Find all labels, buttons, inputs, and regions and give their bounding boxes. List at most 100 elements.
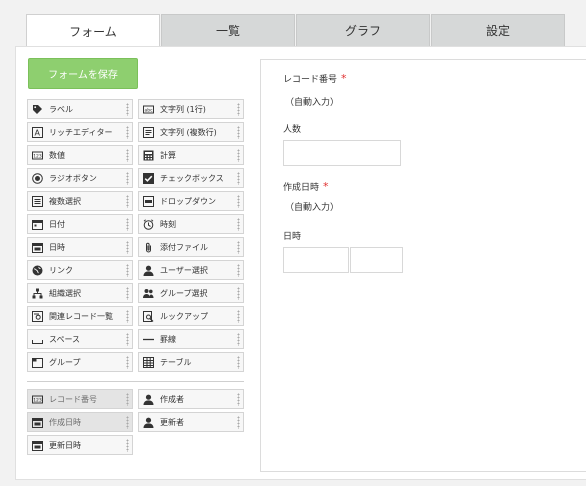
number-icon: 123 xyxy=(32,150,43,161)
drag-handle-icon[interactable] xyxy=(126,126,129,139)
field-label: ラジオボタン xyxy=(49,173,97,183)
field-label: リッチエディター xyxy=(49,127,113,137)
drag-handle-icon[interactable] xyxy=(126,393,129,406)
field-label: チェックボックス xyxy=(160,173,224,183)
created-datetime-label: 作成日時 * xyxy=(283,180,329,193)
drag-handle-icon[interactable] xyxy=(126,103,129,116)
user-icon xyxy=(143,265,154,276)
palette-field-13[interactable]: 添付ファイル xyxy=(138,237,244,257)
palette-field-11[interactable]: 時刻 xyxy=(138,214,244,234)
rich-editor-icon: A xyxy=(32,126,43,138)
checkbox-icon xyxy=(143,172,154,184)
palette-field-0[interactable]: ラベル xyxy=(27,99,133,119)
datetime-icon xyxy=(32,440,43,451)
drag-handle-icon[interactable] xyxy=(237,393,240,406)
people-label: 人数 xyxy=(283,125,302,135)
drag-handle-icon[interactable] xyxy=(126,218,129,231)
drag-handle-icon[interactable] xyxy=(237,416,240,429)
tab-form[interactable]: フォーム xyxy=(26,14,160,47)
palette-field-4[interactable]: 123 数値 xyxy=(27,145,133,165)
user-icon xyxy=(143,417,154,428)
required-mark: * xyxy=(341,72,347,85)
space-icon xyxy=(32,334,43,345)
field-label: ラベル xyxy=(49,104,73,114)
drag-handle-icon[interactable] xyxy=(126,172,129,185)
palette-field-17[interactable]: グループ選択 xyxy=(138,283,244,303)
palette-field-19[interactable]: ルックアップ xyxy=(138,306,244,326)
tab-settings[interactable]: 設定 xyxy=(431,14,565,46)
table-icon xyxy=(143,356,154,368)
drag-handle-icon[interactable] xyxy=(237,149,240,162)
datetime-label: 日時 xyxy=(283,232,302,242)
field-label: 日付 xyxy=(49,219,65,229)
field-label: ルックアップ xyxy=(160,311,208,321)
palette-field-9[interactable]: ドロップダウン xyxy=(138,191,244,211)
drag-handle-icon[interactable] xyxy=(237,126,240,139)
drag-handle-icon[interactable] xyxy=(237,241,240,254)
field-label: スペース xyxy=(49,334,81,344)
palette-field-21[interactable]: 罫線 xyxy=(138,329,244,349)
field-label: 作成者 xyxy=(160,394,184,404)
drag-handle-icon[interactable] xyxy=(237,103,240,116)
field-label: ドロップダウン xyxy=(160,196,216,206)
palette-field-16[interactable]: 組織選択 xyxy=(27,283,133,303)
drag-handle-icon[interactable] xyxy=(126,333,129,346)
drag-handle-icon[interactable] xyxy=(126,310,129,323)
drag-handle-icon[interactable] xyxy=(126,241,129,254)
tab-list[interactable]: 一覧 xyxy=(161,14,295,46)
drag-handle-icon[interactable] xyxy=(237,333,240,346)
palette-field-5[interactable]: 計算 xyxy=(138,145,244,165)
drag-handle-icon[interactable] xyxy=(237,195,240,208)
calendar-icon xyxy=(32,219,43,230)
tab-graph[interactable]: グラフ xyxy=(296,14,430,46)
dropdown-icon xyxy=(143,195,154,207)
drag-handle-icon[interactable] xyxy=(126,264,129,277)
system-field-3[interactable]: 更新者 xyxy=(138,412,244,432)
system-field-0[interactable]: 123 レコード番号 xyxy=(27,389,133,409)
palette-field-10[interactable]: 日付 xyxy=(27,214,133,234)
required-mark: * xyxy=(323,180,329,193)
save-form-button[interactable]: フォームを保存 xyxy=(28,58,138,89)
palette-divider xyxy=(27,381,244,382)
field-label: 組織選択 xyxy=(49,288,81,298)
system-field-4[interactable]: 更新日時 xyxy=(27,435,133,455)
drag-handle-icon[interactable] xyxy=(126,439,129,452)
field-label: 更新日時 xyxy=(49,440,81,450)
palette-field-3[interactable]: 文字列 (複数行) xyxy=(138,122,244,142)
drag-handle-icon[interactable] xyxy=(126,416,129,429)
drag-handle-icon[interactable] xyxy=(126,149,129,162)
palette-field-6[interactable]: ラジオボタン xyxy=(27,168,133,188)
drag-handle-icon[interactable] xyxy=(237,264,240,277)
palette-field-7[interactable]: チェックボックス xyxy=(138,168,244,188)
record-number-value: （自動入力） xyxy=(285,98,340,108)
field-label: ユーザー選択 xyxy=(160,265,208,275)
people-input[interactable] xyxy=(283,140,401,166)
drag-handle-icon[interactable] xyxy=(126,195,129,208)
datetime-icon xyxy=(32,417,43,428)
palette-field-8[interactable]: 複数選択 xyxy=(27,191,133,211)
drag-handle-icon[interactable] xyxy=(237,172,240,185)
system-field-2[interactable]: 作成日時 xyxy=(27,412,133,432)
form-canvas[interactable]: レコード番号 * （自動入力） 人数 作成日時 * （自動入力） 日時 xyxy=(260,59,586,472)
drag-handle-icon[interactable] xyxy=(237,287,240,300)
field-label: 関連レコード一覧 xyxy=(49,311,113,321)
palette-field-20[interactable]: スペース xyxy=(27,329,133,349)
drag-handle-icon[interactable] xyxy=(237,310,240,323)
datetime-icon xyxy=(32,242,43,253)
drag-handle-icon[interactable] xyxy=(237,356,240,369)
palette-field-1[interactable]: abc 文字列 (1行) xyxy=(138,99,244,119)
palette-field-18[interactable]: 関連レコード一覧 xyxy=(27,306,133,326)
drag-handle-icon[interactable] xyxy=(126,356,129,369)
date-input[interactable] xyxy=(283,247,349,273)
system-field-1[interactable]: 作成者 xyxy=(138,389,244,409)
palette-field-14[interactable]: リンク xyxy=(27,260,133,280)
drag-handle-icon[interactable] xyxy=(237,218,240,231)
palette-field-2[interactable]: A リッチエディター xyxy=(27,122,133,142)
palette-field-12[interactable]: 日時 xyxy=(27,237,133,257)
palette-field-22[interactable]: グループ xyxy=(27,352,133,372)
palette-field-23[interactable]: テーブル xyxy=(138,352,244,372)
drag-handle-icon[interactable] xyxy=(126,287,129,300)
palette-field-15[interactable]: ユーザー選択 xyxy=(138,260,244,280)
svg-text:123: 123 xyxy=(33,153,42,159)
time-input[interactable] xyxy=(350,247,403,273)
